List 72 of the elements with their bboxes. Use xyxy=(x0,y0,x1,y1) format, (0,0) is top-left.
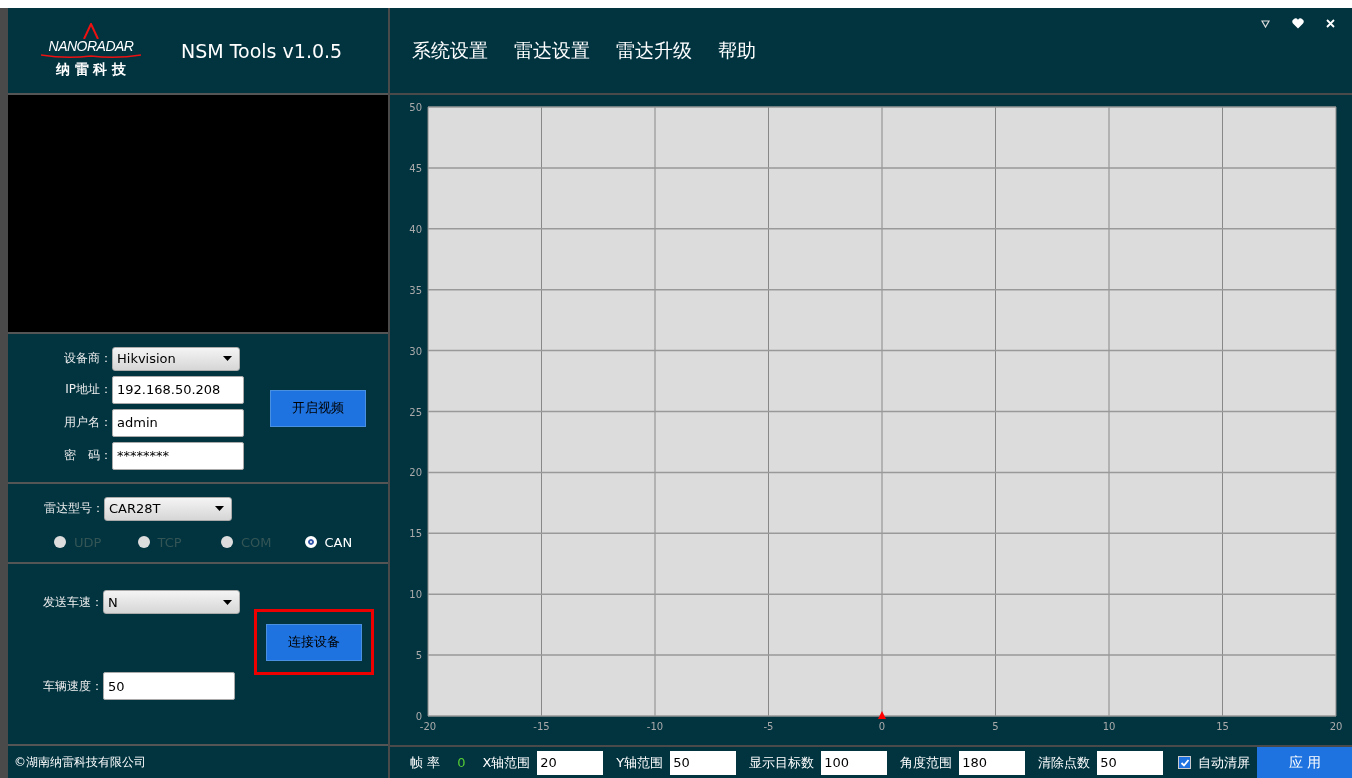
caret-icon xyxy=(223,356,232,361)
y-tick-label: 20 xyxy=(409,467,422,479)
field-label: 雷达型号： xyxy=(43,500,104,517)
y-tick-label: 5 xyxy=(415,650,422,662)
y-tick-label: 40 xyxy=(409,223,422,235)
checkbox[interactable] xyxy=(1178,756,1192,769)
setting-label: X轴范围 xyxy=(482,753,531,772)
radio-button[interactable] xyxy=(137,536,150,548)
app-title: NSM Tools v1.0.5 xyxy=(181,39,343,62)
field-label: 车辆速度： xyxy=(42,677,103,695)
setting-label: 角度范围 xyxy=(900,753,953,772)
logo-text: NANORADAR xyxy=(48,38,134,54)
y-tick-label: 15 xyxy=(409,528,422,540)
menu-item[interactable]: 系统设置 xyxy=(412,37,488,64)
setting-label: 清除点数 xyxy=(1038,753,1091,772)
dropdown[interactable]: N xyxy=(103,590,240,614)
menu-item[interactable]: 雷达设置 xyxy=(514,37,590,64)
connect-button[interactable]: 连接设备 xyxy=(266,623,362,661)
caret-icon xyxy=(215,506,224,511)
input-field[interactable]: ******** xyxy=(112,441,244,470)
input-field[interactable]: admin xyxy=(112,408,244,437)
dropdown[interactable]: CAR28T xyxy=(104,496,232,521)
input-field[interactable]: 50 xyxy=(670,750,737,775)
x-tick-label: -15 xyxy=(533,721,550,732)
setting-label: Y轴范围 xyxy=(616,753,664,772)
field-label: 用户名： xyxy=(63,414,112,431)
radar-peak-icon xyxy=(83,22,99,39)
field-label: 发送车速： xyxy=(42,593,103,611)
dropdown-icon[interactable] xyxy=(1261,19,1271,28)
input-field[interactable]: 50 xyxy=(103,672,235,700)
frame-rate-value: 0 xyxy=(457,755,466,770)
y-tick-label: 45 xyxy=(409,162,422,174)
x-tick-label: -10 xyxy=(646,721,664,732)
y-tick-label: 25 xyxy=(409,406,422,418)
wave-icon xyxy=(41,53,141,59)
input-field[interactable]: 100 xyxy=(821,750,888,775)
x-tick-label: 15 xyxy=(1216,721,1229,732)
x-tick-label: 0 xyxy=(878,721,886,732)
copyright-text: ©湖南纳雷科技有限公司 xyxy=(14,753,146,771)
frame-rate-label: 帧 率 xyxy=(410,753,441,772)
radio-button[interactable] xyxy=(304,536,317,548)
menu-item[interactable]: 帮助 xyxy=(718,37,756,64)
radio-button[interactable] xyxy=(54,536,66,548)
logo-subtitle: 纳 雷 科 技 xyxy=(55,60,127,79)
x-tick-label: 5 xyxy=(992,721,999,732)
radio-label[interactable]: CAN xyxy=(324,534,353,550)
open-video-button[interactable]: 开启视频 xyxy=(270,389,366,427)
input-field[interactable]: 192.168.50.208 xyxy=(112,375,244,404)
input-field[interactable]: 20 xyxy=(537,750,604,775)
menu-item[interactable]: 雷达升级 xyxy=(616,37,692,64)
input-field[interactable]: 180 xyxy=(959,750,1026,775)
heart-icon[interactable] xyxy=(1292,18,1305,29)
x-tick-label: 10 xyxy=(1102,721,1116,732)
setting-label: 显示目标数 xyxy=(749,753,815,772)
field-label: 设备商： xyxy=(63,350,112,367)
y-tick-label: 30 xyxy=(409,345,422,357)
caret-icon xyxy=(223,599,232,605)
close-icon[interactable] xyxy=(1326,19,1336,28)
field-label: 密 码： xyxy=(63,447,112,464)
radio-button[interactable] xyxy=(221,536,233,548)
y-tick-label: 35 xyxy=(409,284,422,296)
apply-button[interactable]: 应 用 xyxy=(1257,747,1352,778)
x-tick-label: 20 xyxy=(1329,721,1343,732)
checkbox-label[interactable]: 自动清屏 xyxy=(1198,753,1251,772)
y-tick-label: 10 xyxy=(409,589,422,601)
input-field[interactable]: 50 xyxy=(1097,750,1164,775)
y-tick-label: 50 xyxy=(409,102,422,113)
x-tick-label: -5 xyxy=(763,721,774,732)
x-tick-label: -20 xyxy=(419,721,437,732)
y-tick-label: 0 xyxy=(415,711,422,722)
field-label: IP地址： xyxy=(64,381,112,398)
dropdown[interactable]: Hikvision xyxy=(112,346,240,371)
